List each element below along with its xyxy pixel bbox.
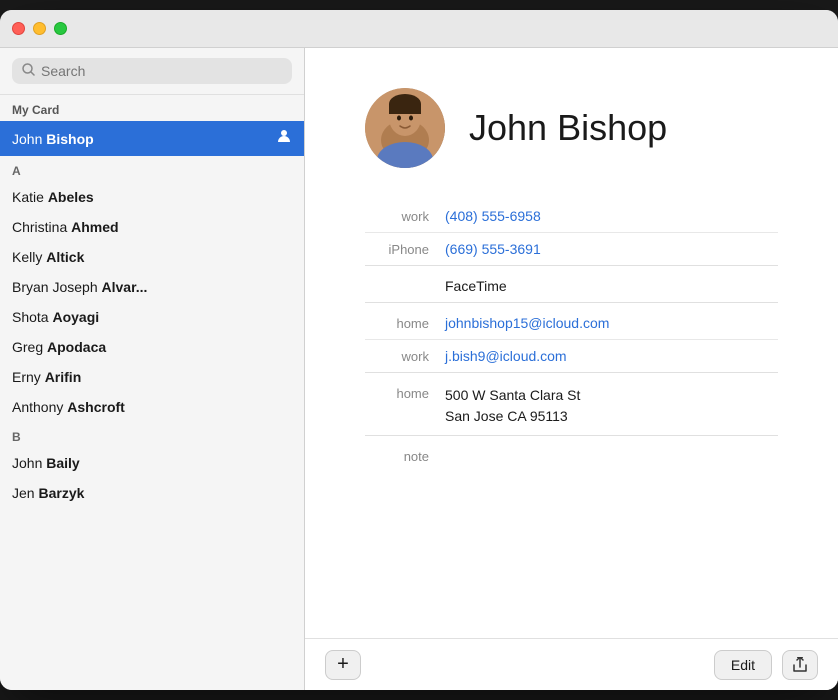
toolbar-center: Edit xyxy=(714,650,818,680)
contacts-list: My Card John Bishop A Katie Abeles xyxy=(0,95,304,690)
maximize-button[interactable] xyxy=(54,22,67,35)
contact-item-barzyk[interactable]: Jen Barzyk xyxy=(0,478,304,508)
contact-item-ashcroft[interactable]: Anthony Ashcroft xyxy=(0,392,304,422)
field-note: note xyxy=(365,440,778,472)
contact-name: Anthony Ashcroft xyxy=(12,399,125,415)
field-label-address: home xyxy=(365,385,445,401)
person-icon xyxy=(276,128,292,149)
field-work-phone: work (408) 555-6958 xyxy=(365,200,778,233)
contact-header: John Bishop xyxy=(365,88,778,168)
add-contact-button[interactable]: + xyxy=(325,650,361,680)
contact-name: Shota Aoyagi xyxy=(12,309,99,325)
contact-item-aoyagi[interactable]: Shota Aoyagi xyxy=(0,302,304,332)
contact-name-heading: John Bishop xyxy=(469,107,667,149)
contact-name: Jen Barzyk xyxy=(12,485,84,501)
section-header-b: B xyxy=(0,422,304,448)
field-value-work-phone[interactable]: (408) 555-6958 xyxy=(445,208,778,224)
contact-detail: John Bishop work (408) 555-6958 iPhone (… xyxy=(305,48,838,638)
share-button[interactable] xyxy=(782,650,818,680)
contact-name: Katie Abeles xyxy=(12,189,94,205)
field-home-email: home johnbishop15@icloud.com xyxy=(365,307,778,340)
contact-item-arifin[interactable]: Erny Arifin xyxy=(0,362,304,392)
field-value-work-email[interactable]: j.bish9@icloud.com xyxy=(445,348,778,364)
field-facetime: FaceTime xyxy=(365,270,778,302)
facetime-group: FaceTime xyxy=(365,270,778,303)
field-label-work-email: work xyxy=(365,348,445,364)
contact-fields: work (408) 555-6958 iPhone (669) 555-369… xyxy=(365,200,778,472)
avatar xyxy=(365,88,445,168)
search-bar xyxy=(0,48,304,95)
field-value-home-email[interactable]: johnbishop15@icloud.com xyxy=(445,315,778,331)
contact-item-ahmed[interactable]: Christina Ahmed xyxy=(0,212,304,242)
my-card-label: My Card xyxy=(0,95,304,121)
field-value-address: 500 W Santa Clara StSan Jose CA 95113 xyxy=(445,385,778,427)
main-window: My Card John Bishop A Katie Abeles xyxy=(0,10,838,690)
field-label-facetime xyxy=(365,278,445,279)
phone-group: work (408) 555-6958 iPhone (669) 555-369… xyxy=(365,200,778,266)
field-label-iphone: iPhone xyxy=(365,241,445,257)
field-value-iphone[interactable]: (669) 555-3691 xyxy=(445,241,778,257)
field-work-email: work j.bish9@icloud.com xyxy=(365,340,778,372)
field-label-note: note xyxy=(365,448,445,464)
contact-name: Erny Arifin xyxy=(12,369,81,385)
field-iphone: iPhone (669) 555-3691 xyxy=(365,233,778,265)
my-card-contact[interactable]: John Bishop xyxy=(0,121,304,156)
field-home-address: home 500 W Santa Clara StSan Jose CA 951… xyxy=(365,377,778,435)
contact-item-apodaca[interactable]: Greg Apodaca xyxy=(0,332,304,362)
main-panel: John Bishop work (408) 555-6958 iPhone (… xyxy=(305,48,838,690)
search-wrapper[interactable] xyxy=(12,58,292,84)
contact-name: Greg Apodaca xyxy=(12,339,106,355)
edit-button[interactable]: Edit xyxy=(714,650,772,680)
email-group: home johnbishop15@icloud.com work j.bish… xyxy=(365,307,778,373)
share-icon xyxy=(792,657,808,673)
contact-name: Christina Ahmed xyxy=(12,219,119,235)
search-icon xyxy=(22,63,35,79)
field-label-work: work xyxy=(365,208,445,224)
name-last: Bishop xyxy=(46,131,93,147)
name-first: John xyxy=(12,131,46,147)
contact-item-alvar[interactable]: Bryan Joseph Alvar... xyxy=(0,272,304,302)
titlebar xyxy=(0,10,838,48)
field-value-facetime[interactable]: FaceTime xyxy=(445,278,778,294)
section-header-a: A xyxy=(0,156,304,182)
my-card-name: John Bishop xyxy=(12,131,94,147)
field-label-home-email: home xyxy=(365,315,445,331)
contact-item-abeles[interactable]: Katie Abeles xyxy=(0,182,304,212)
traffic-lights xyxy=(12,22,67,35)
address-group: home 500 W Santa Clara StSan Jose CA 951… xyxy=(365,377,778,436)
close-button[interactable] xyxy=(12,22,25,35)
content-area: My Card John Bishop A Katie Abeles xyxy=(0,48,838,690)
search-input[interactable] xyxy=(41,63,282,79)
contact-name: Kelly Altick xyxy=(12,249,84,265)
note-group: note xyxy=(365,440,778,472)
contact-item-baily[interactable]: John Baily xyxy=(0,448,304,478)
contact-name: John Baily xyxy=(12,455,80,471)
minimize-button[interactable] xyxy=(33,22,46,35)
bottom-toolbar: + Edit xyxy=(305,638,838,690)
contact-name: Bryan Joseph Alvar... xyxy=(12,279,147,295)
contact-item-altick[interactable]: Kelly Altick xyxy=(0,242,304,272)
sidebar: My Card John Bishop A Katie Abeles xyxy=(0,48,305,690)
